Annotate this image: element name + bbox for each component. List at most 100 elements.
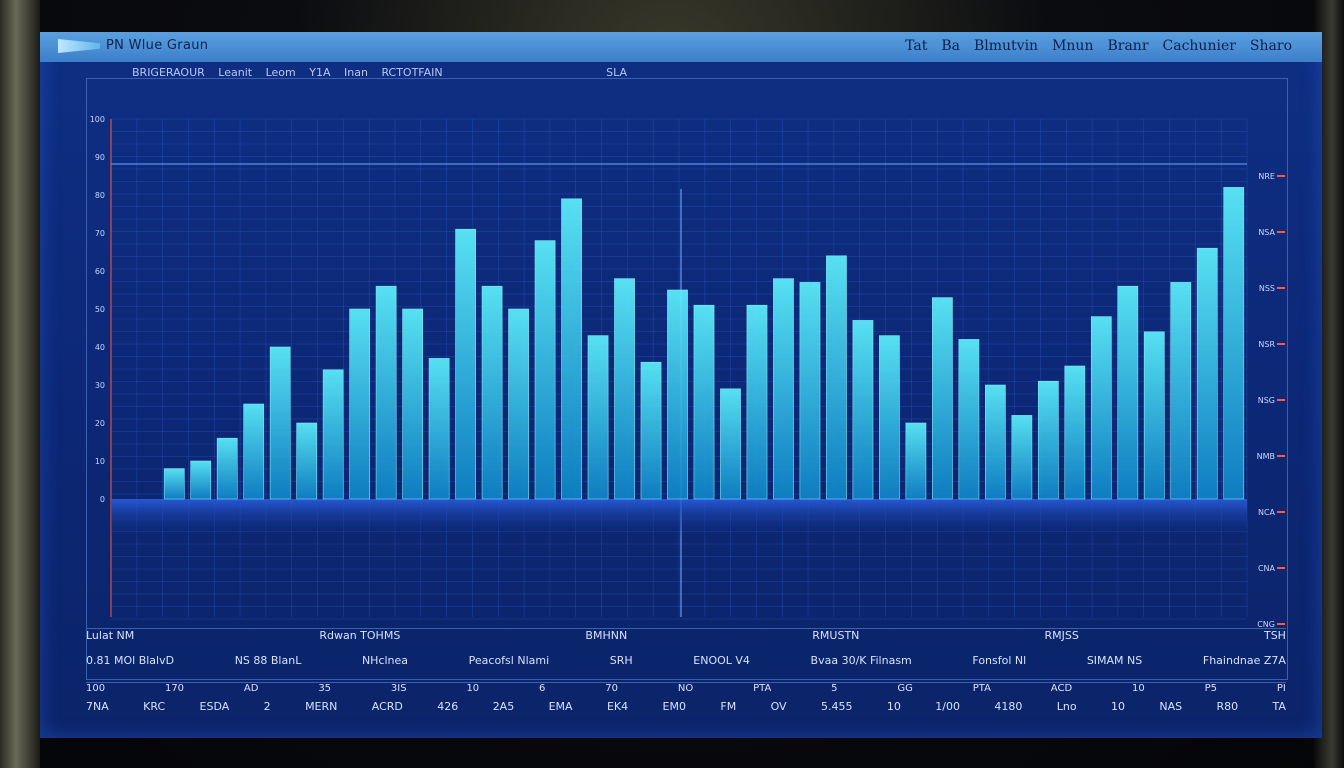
table-cell: ESDA [199,700,230,713]
chart-bar [1143,331,1165,500]
chart-bar [402,308,423,500]
table-cell: TA [1272,700,1286,713]
y-tick-label: 80 [95,191,105,200]
right-axis-label: NMB [1257,452,1275,461]
chart-bar [534,240,556,500]
menu-item[interactable]: Blmutvin [974,38,1038,54]
chart-bar [667,289,688,500]
table-cell: EK4 [606,700,629,713]
table-cell: P5 [1204,683,1218,694]
right-axis-label: NSG [1258,396,1275,405]
chart-bar [481,285,503,500]
table-cell: 5 [831,683,838,694]
menu-item[interactable]: Cachunier [1163,38,1236,54]
table-cell: BMHNN [585,629,628,642]
right-axis-tick [1277,623,1285,625]
right-axis-label: NSS [1259,284,1275,293]
chart-bar [1037,380,1059,500]
y-tick-label: 50 [95,305,105,314]
table-row: Lulat NM Rdwan TOHMS BMHNN RMUSTN RMJSS TSH [86,628,1286,647]
menu-item[interactable]: Ba [941,38,960,54]
app-title: PN Wlue Graun [106,38,209,53]
table-cell: AD [243,683,259,694]
table-cell: 6 [539,683,546,694]
chart-bar [1064,365,1086,500]
table-cell: PTA [972,683,991,694]
app-window: PN Wlue Graun Tat Ba Blmutvin Mnun Branr… [40,32,1322,738]
menu-item[interactable]: Branr [1107,38,1148,54]
right-axis-tick [1277,175,1285,177]
table-cell: Lno [1056,700,1077,713]
app-logo-icon [58,39,100,53]
y-tick-label: 60 [95,267,105,276]
right-axis-label: NSA [1258,228,1275,237]
table-cell: 70 [605,683,618,694]
chart-frame: 100 90 80 70 60 50 40 30 20 10 0 NRE NSA NSS NSR NSG NM… [86,78,1288,680]
table-cell: PI [1276,683,1286,694]
table-cell: OV [770,700,787,713]
title-bar: PN Wlue Graun Tat Ba Blmutvin Mnun Branr… [40,32,1322,62]
right-axis-tick [1277,343,1285,345]
chart-bar [1223,187,1245,500]
chart-bar [879,335,900,500]
menu-item[interactable]: Mnun [1052,38,1093,54]
chart-bar [1011,415,1033,500]
y-tick-label: 10 [95,457,105,466]
table-cell: 170 [164,683,185,694]
table-cell: 10 [1110,700,1125,713]
table-cell: SRH [609,654,633,667]
chart-bar [190,460,212,500]
right-axis-tick [1277,399,1285,401]
chart-bar [349,308,371,500]
chart-bar [799,282,821,500]
right-axis-tick [1277,567,1285,569]
table-cell: 35 [318,683,332,694]
chart-bar [958,339,980,500]
menu-item[interactable]: Tat [905,38,927,54]
chart-bar [826,255,847,500]
chart-bar [614,278,635,500]
chart-bar [375,285,397,500]
baseline-band [111,499,1247,539]
y-tick-label: 90 [95,153,105,162]
table-cell: TSH [1263,629,1286,642]
table-row: 100 170 AD 35 3IS 10 6 70 NO PTA 5 GG PTA ACD 10 P5 PI [86,682,1286,701]
table-cell: ACD [1050,683,1073,694]
table-cell: 2A5 [492,700,515,713]
chart-bar [243,403,265,500]
table-cell: NO [677,683,694,694]
right-axis-tick [1277,511,1285,513]
chart-bar [1117,285,1139,500]
table-cell: NAS [1159,700,1183,713]
table-cell: PTA [753,683,772,694]
table-cell: 10 [886,700,901,713]
table-cell: 10 [466,683,480,694]
table-cell: 0.81 MOl BlalvD [86,654,175,667]
chart-bar [932,297,953,500]
chart-bar [216,437,238,500]
y-tick-label: 40 [95,343,105,352]
chart-bar [720,388,741,500]
right-axis-tick [1277,231,1285,233]
table-cell: R80 [1216,700,1239,713]
chart-bar [746,304,768,500]
menu-item[interactable]: Sharo [1250,38,1292,54]
table-cell: FM [720,700,737,713]
right-axis-label: NRE [1258,172,1275,181]
table-cell: 1/00 [935,700,960,713]
table-cell: Lulat NM [86,629,135,642]
table-cell: 100 [86,683,106,694]
table-row: 0.81 MOl BlalvD NS 88 BlanL NHclnea Peacofs… [86,654,1286,672]
y-tick-label: 70 [95,229,105,238]
table-cell: 7NA [86,700,109,713]
chart-bar [905,422,927,500]
chart-bar [163,468,185,500]
table-cell: Bvaa 30/K Filnasm [810,654,912,667]
table-cell: SIMAM NS [1086,654,1143,667]
y-tick-label: 0 [100,495,105,504]
chart-bar [852,320,874,500]
right-axis-label: NSR [1258,340,1275,349]
table-cell: 426 [437,700,459,713]
chart-bar [773,278,794,500]
right-axis-tick [1277,455,1285,457]
